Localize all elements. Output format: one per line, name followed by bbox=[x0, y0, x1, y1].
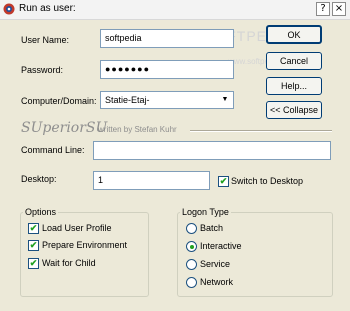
service-radio[interactable] bbox=[186, 259, 197, 270]
computer-domain-value: Statie-Etaj- bbox=[105, 95, 150, 105]
app-icon bbox=[3, 3, 15, 15]
radio-selected-dot bbox=[190, 245, 194, 249]
command-line-input[interactable] bbox=[93, 141, 331, 160]
computer-domain-label: Computer/Domain: bbox=[21, 96, 97, 106]
options-group-title: Options bbox=[23, 207, 59, 217]
logon-type-group-title: Logon Type bbox=[180, 207, 231, 217]
help-title-button[interactable]: ? bbox=[316, 2, 330, 16]
interactive-label: Interactive bbox=[200, 241, 242, 251]
batch-label: Batch bbox=[200, 223, 224, 233]
password-label: Password: bbox=[21, 65, 64, 75]
collapse-button[interactable]: << Collapse bbox=[266, 101, 322, 119]
separator bbox=[190, 130, 332, 132]
batch-radio[interactable] bbox=[186, 223, 197, 234]
password-input[interactable]: ●●●●●●● bbox=[100, 60, 234, 79]
switch-desktop-label: Switch to Desktop bbox=[231, 176, 304, 186]
network-radio[interactable] bbox=[186, 277, 197, 288]
load-user-profile-label: Load User Profile bbox=[42, 223, 112, 233]
service-label: Service bbox=[200, 259, 231, 269]
desktop-input[interactable]: 1 bbox=[93, 171, 210, 190]
username-input[interactable]: softpedia bbox=[100, 29, 234, 48]
cancel-button[interactable]: Cancel bbox=[266, 52, 322, 70]
switch-desktop-checkbox[interactable]: ✔ bbox=[218, 176, 229, 187]
brand-author: written by Stefan Kuhr bbox=[98, 125, 177, 134]
computer-domain-select[interactable]: Statie-Etaj- ▼ bbox=[100, 91, 234, 109]
wait-for-child-label: Wait for Child bbox=[42, 258, 96, 268]
window-title: Run as user: bbox=[19, 3, 76, 14]
network-label: Network bbox=[200, 277, 234, 287]
desktop-label: Desktop: bbox=[21, 174, 57, 184]
brand-logo: SUperiorSU bbox=[21, 120, 108, 136]
interactive-radio[interactable] bbox=[186, 241, 197, 252]
username-label: User Name: bbox=[21, 35, 70, 45]
ok-button[interactable]: OK bbox=[266, 25, 322, 44]
wait-for-child-checkbox[interactable]: ✔ bbox=[28, 258, 39, 269]
prepare-environment-checkbox[interactable]: ✔ bbox=[28, 240, 39, 251]
close-button[interactable]: × bbox=[332, 2, 346, 16]
dropdown-arrow-icon[interactable]: ▼ bbox=[217, 92, 233, 108]
help-button[interactable]: Help... bbox=[266, 77, 322, 95]
load-user-profile-checkbox[interactable]: ✔ bbox=[28, 223, 39, 234]
prepare-environment-label: Prepare Environment bbox=[42, 240, 128, 250]
command-line-label: Command Line: bbox=[21, 145, 85, 155]
title-bar[interactable]: Run as user: ? × bbox=[0, 0, 350, 20]
